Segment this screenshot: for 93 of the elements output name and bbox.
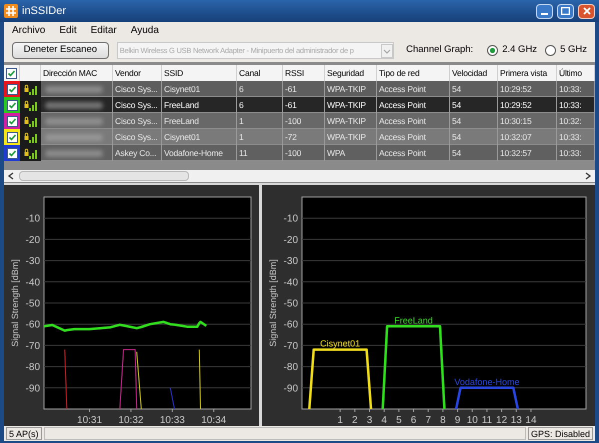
- blurred-address: [45, 150, 103, 156]
- blurred-address: [45, 134, 103, 140]
- axis-tick-label: -30: [284, 256, 298, 268]
- signal-line: [64, 349, 68, 410]
- scrollbar-thumb[interactable]: [19, 171, 189, 181]
- table-row[interactable]: Cisco Sys... FreeLand 1 -100 WPA-TKIP Access Point 54 10:30:15 10:32:: [4, 113, 595, 129]
- menu-item[interactable]: Archivo: [12, 23, 46, 38]
- axis-tick-label: 4: [381, 415, 387, 426]
- axis-tick-label: 11: [482, 415, 492, 426]
- axis-tick-label: 5: [396, 415, 402, 426]
- axis-tick-label: -50: [26, 298, 40, 310]
- axis-tick-label: 7: [425, 415, 431, 426]
- axis-tick-label: 1: [337, 415, 343, 426]
- axis-title: Signal Strength [dBm]: [10, 259, 20, 347]
- axis-tick-label: -30: [26, 256, 40, 268]
- radio-label: 5 GHz: [560, 43, 587, 58]
- axis-tick-label: -20: [26, 234, 40, 246]
- menu-item[interactable]: Edit: [59, 23, 77, 38]
- axis-title: Signal Strength [dBm]: [268, 259, 278, 347]
- table-cell: 10:32:57: [498, 145, 557, 161]
- close-icon: [582, 7, 590, 15]
- axis-tick-label: -50: [284, 298, 298, 310]
- close-button[interactable]: [578, 4, 595, 18]
- scroll-left-icon: [7, 172, 15, 180]
- menu-item[interactable]: Editar: [90, 23, 117, 38]
- signal-lock-icon: [24, 83, 38, 95]
- checkbox[interactable]: [6, 68, 17, 78]
- network-label: Vodafone-Home: [454, 376, 520, 387]
- axis-tick-label: -70: [26, 340, 40, 352]
- table-row[interactable]: Askey Co... Vodafone-Home 11 -100 WPA Access Point 54 10:32:57 10:33:: [4, 145, 595, 161]
- signal-lock-icon: [24, 99, 38, 111]
- network-label: FreeLand: [394, 315, 433, 326]
- horizontal-scrollbar[interactable]: [4, 170, 595, 182]
- axis-tick-label: -80: [284, 362, 298, 374]
- network-label: Cisynet01: [320, 338, 360, 349]
- table-row[interactable]: Cisco Sys... Cisynet01 1 -72 WPA-TKIP Access Point 54 10:32:07 10:33:: [4, 129, 595, 145]
- maximize-icon: [561, 7, 570, 15]
- signal-lock-icon: [24, 147, 38, 159]
- axis-tick-label: -90: [26, 383, 40, 394]
- table-cell: WPA: [325, 145, 377, 161]
- table-cell: 54: [450, 145, 498, 161]
- table-cell: -100: [283, 145, 325, 161]
- radio-label: 2.4 GHz: [502, 43, 538, 58]
- channel-graph-label: Channel Graph:: [406, 43, 474, 58]
- axis-tick-label: 6: [410, 415, 416, 426]
- table-cell: 10:33:: [557, 145, 595, 161]
- axis-tick-label: -20: [284, 234, 298, 246]
- blurred-address: [45, 102, 103, 108]
- axis-tick-label: 13: [510, 415, 522, 426]
- axis-tick-label: 10: [466, 415, 478, 426]
- table-cell: Access Point: [377, 145, 450, 161]
- axis-tick-label: 12: [496, 415, 508, 426]
- app-icon: [4, 4, 18, 18]
- signal-line: [454, 386, 520, 410]
- axis-tick-label: 9: [454, 415, 460, 426]
- axis-tick-label: -60: [26, 320, 40, 331]
- menu-item[interactable]: Ayuda: [130, 23, 159, 38]
- axis-tick-label: -70: [284, 340, 298, 352]
- minimize-button[interactable]: [536, 4, 553, 18]
- blurred-address: [45, 118, 103, 124]
- axis-tick-label: 2: [352, 415, 358, 426]
- axis-tick-label: -10: [26, 214, 40, 225]
- signal-lock-icon: [24, 115, 38, 127]
- axis-tick-label: -80: [26, 362, 40, 374]
- axis-tick-label: 3: [366, 415, 372, 426]
- signal-lock-icon: [24, 131, 38, 143]
- window-title: inSSIDer: [22, 4, 68, 19]
- axis-tick-label: -90: [284, 383, 298, 394]
- table-row[interactable]: Cisco Sys... FreeLand 6 -61 WPA-TKIP Access Point 54 10:29:52 10:33:: [4, 97, 595, 113]
- gps-status: GPS: Disabled: [528, 427, 593, 440]
- axis-tick-label: 8: [440, 415, 446, 426]
- axis-tick-label: 10:34: [201, 415, 226, 426]
- table-cell: 11: [237, 145, 283, 161]
- axis-tick-label: -10: [284, 214, 298, 225]
- radio-button[interactable]: [545, 45, 556, 56]
- signal-line: [308, 348, 372, 410]
- table-cell: Vodafone-Home: [162, 145, 237, 161]
- minimize-icon: [541, 12, 548, 14]
- axis-tick-label: 10:31: [77, 415, 102, 426]
- table-row[interactable]: Cisco Sys... Cisynet01 6 -61 WPA-TKIP Access Point 54 10:29:52 10:33:: [4, 81, 595, 97]
- ap-count: 5 AP(s): [6, 427, 42, 440]
- scroll-right-icon: [584, 172, 592, 180]
- maximize-button[interactable]: [557, 4, 574, 18]
- axis-tick-label: -40: [284, 277, 298, 288]
- blurred-address: [45, 86, 103, 92]
- axis-tick-label: -60: [284, 320, 298, 331]
- axis-tick-label: 10:32: [118, 415, 144, 426]
- axis-tick-label: 14: [525, 415, 537, 426]
- axis-tick-label: -40: [26, 277, 40, 288]
- axis-tick-label: 10:33: [160, 415, 185, 426]
- radio-button[interactable]: [487, 45, 498, 56]
- table-cell: Askey Co...: [113, 145, 162, 161]
- scan-button[interactable]: Deneter Escaneo: [12, 42, 109, 59]
